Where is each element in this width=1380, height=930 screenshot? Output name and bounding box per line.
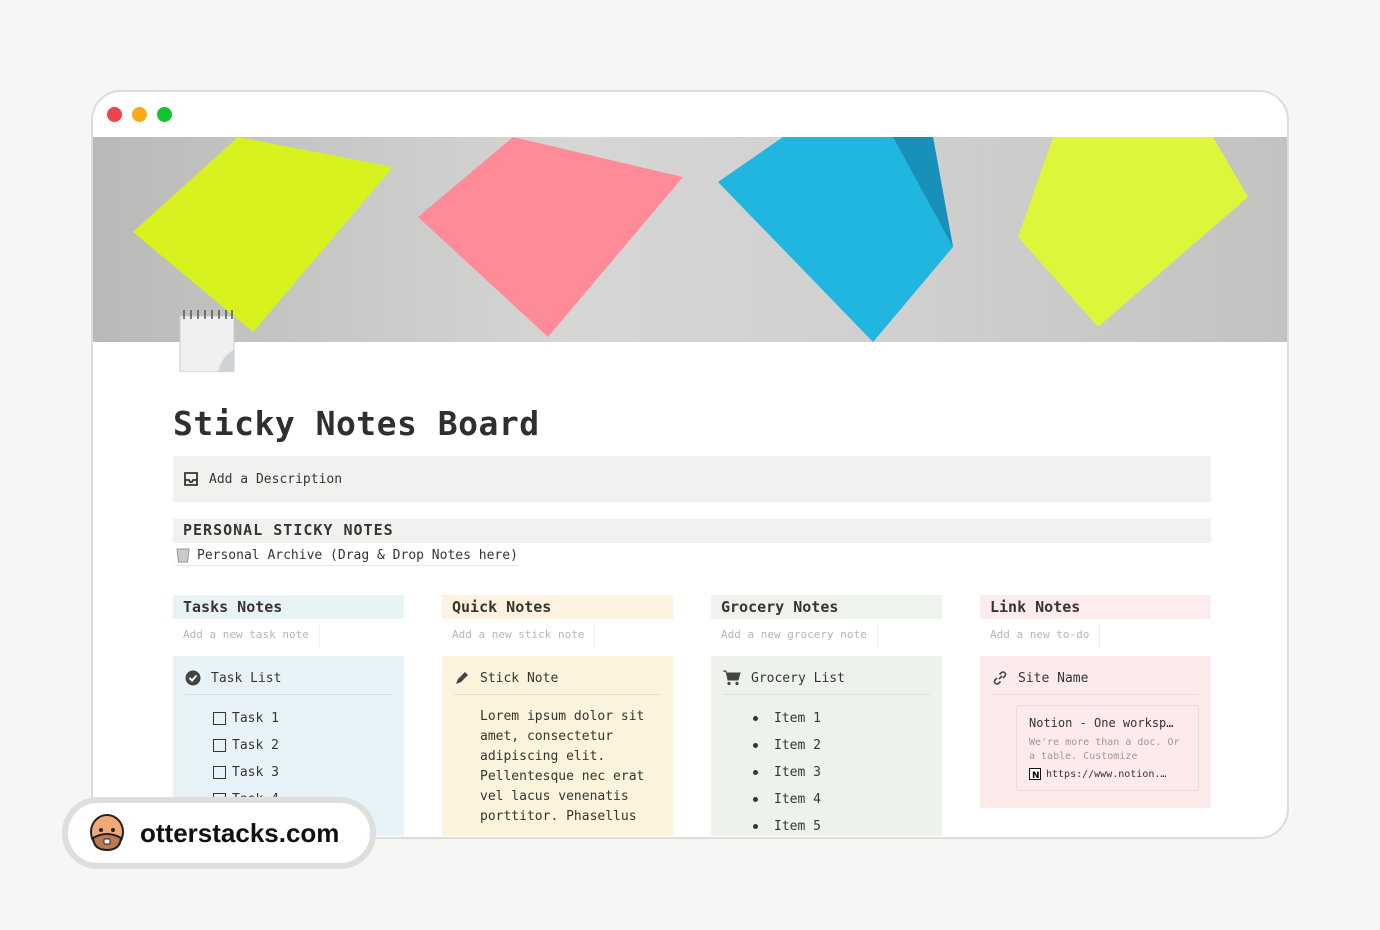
grocery-item: Item 2: [737, 732, 930, 759]
new-task-input[interactable]: Add a new task note: [173, 624, 320, 648]
site-card[interactable]: Site Name Notion - One worksp… We're mor…: [980, 656, 1211, 808]
card-title: Stick Note: [480, 670, 559, 686]
bookmark-url: https://www.notion.…: [1046, 768, 1167, 780]
item-label: Item 3: [774, 765, 821, 780]
column-title: Grocery Notes: [711, 595, 942, 619]
archive-link-text: Personal Archive (Drag & Drop Notes here…: [197, 547, 518, 563]
notepad-icon: [179, 310, 235, 372]
task-label: Task 1: [232, 711, 279, 726]
card-title: Grocery List: [751, 670, 845, 686]
checkbox[interactable]: [213, 712, 226, 725]
task-item[interactable]: Task 2: [213, 732, 392, 759]
grocery-item: Item 1: [737, 705, 930, 732]
new-todo-input[interactable]: Add a new to-do: [980, 624, 1101, 648]
grocery-item: Item 5: [737, 813, 930, 837]
sticky-notes-photo: [133, 137, 1248, 342]
link-icon: [993, 671, 1007, 685]
column-grocery: Grocery Notes Add a new grocery note Gro…: [711, 595, 942, 836]
note-text: Lorem ipsum dolor sit amet, consectetur …: [480, 709, 645, 824]
watermark-text: otterstacks.com: [140, 817, 340, 848]
column-title: Quick Notes: [442, 595, 673, 619]
checkbox[interactable]: [213, 739, 226, 752]
checkbox[interactable]: [213, 766, 226, 779]
bookmark-preview[interactable]: Notion - One worksp… We're more than a d…: [1016, 705, 1199, 791]
grocery-item: Item 3: [737, 759, 930, 786]
item-label: Item 4: [774, 792, 821, 807]
check-circle-icon: [185, 670, 201, 686]
column-links: Link Notes Add a new to-do Site Name Not…: [980, 595, 1211, 808]
svg-text:N: N: [1032, 771, 1040, 780]
watermark-badge: otterstacks.com: [62, 797, 376, 869]
browser-window: Sticky Notes Board Add a Description PER…: [91, 90, 1289, 839]
page-title: Sticky Notes Board: [173, 404, 540, 443]
close-button[interactable]: [107, 107, 122, 122]
stick-note-card[interactable]: Stick Note Lorem ipsum dolor sit amet, c…: [442, 656, 673, 836]
cart-icon: [723, 670, 741, 686]
task-item[interactable]: Task 3: [213, 759, 392, 786]
notion-logo-icon: N: [1029, 768, 1041, 780]
maximize-button[interactable]: [157, 107, 172, 122]
section-heading: PERSONAL STICKY NOTES: [173, 519, 1211, 543]
bookmark-description: We're more than a doc. Or a table. Custo…: [1029, 737, 1180, 762]
card-title: Site Name: [1018, 670, 1089, 686]
description-callout[interactable]: Add a Description: [173, 456, 1211, 502]
item-label: Item 5: [774, 819, 821, 834]
card-title: Task List: [211, 670, 282, 686]
otter-logo-icon: [90, 814, 124, 852]
minimize-button[interactable]: [132, 107, 147, 122]
grocery-list-card[interactable]: Grocery List Item 1 Item 2 Item 3 Item 4…: [711, 656, 942, 836]
description-text: Add a Description: [209, 471, 343, 487]
inbox-icon: [184, 472, 198, 486]
bookmark-title: Notion - One worksp…: [1029, 716, 1174, 730]
window-controls: [107, 107, 172, 122]
grocery-item: Item 4: [737, 786, 930, 813]
task-label: Task 3: [232, 765, 279, 780]
item-label: Item 2: [774, 738, 821, 753]
new-stick-note-input[interactable]: Add a new stick note: [442, 624, 596, 648]
column-title: Link Notes: [980, 595, 1211, 619]
item-label: Item 1: [774, 711, 821, 726]
task-item[interactable]: Task 1: [213, 705, 392, 732]
column-title: Tasks Notes: [173, 595, 404, 619]
cover-image: [93, 137, 1287, 342]
column-quick: Quick Notes Add a new stick note Stick N…: [442, 595, 673, 836]
task-label: Task 2: [232, 738, 279, 753]
wastebasket-icon: [176, 548, 190, 563]
archive-link[interactable]: Personal Archive (Drag & Drop Notes here…: [175, 547, 518, 566]
pencil-icon: [456, 672, 468, 684]
new-grocery-input[interactable]: Add a new grocery note: [711, 624, 878, 648]
